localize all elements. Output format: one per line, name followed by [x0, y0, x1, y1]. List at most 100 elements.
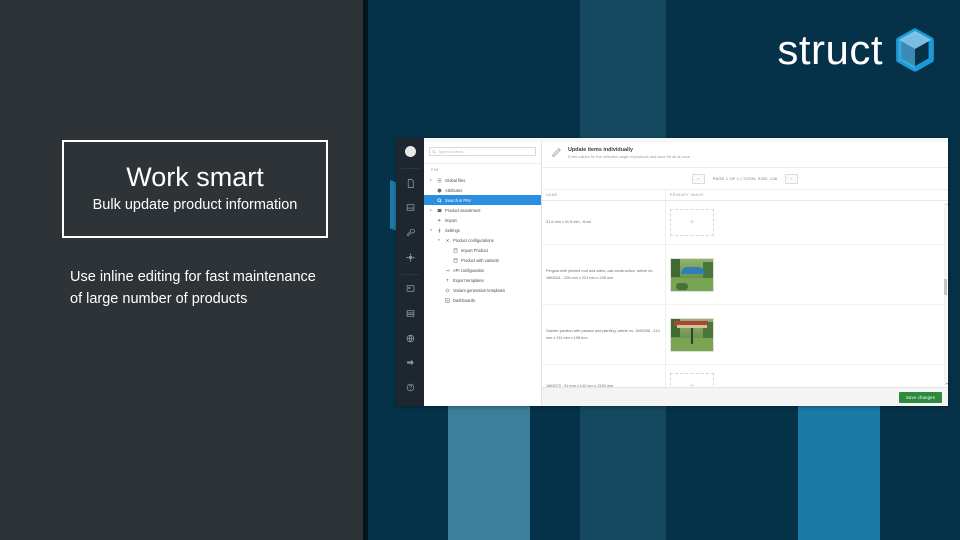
- tree-item-product-assortment[interactable]: ▸ Product assortment: [424, 205, 541, 215]
- caret-icon[interactable]: ▸: [429, 208, 433, 212]
- pagination-bar: ‹ PAGE 1 OF 1 | TOTAL SIZE: 138 ›: [542, 168, 948, 190]
- search-bar: Type to search...: [424, 140, 541, 164]
- main-subtitle: Enter values for the selected range of p…: [568, 153, 690, 159]
- import-icon: [436, 218, 442, 223]
- add-image-placeholder[interactable]: +: [670, 373, 714, 387]
- box-icon: [452, 257, 458, 263]
- inbox-icon[interactable]: [403, 199, 417, 216]
- add-image-placeholder[interactable]: +: [670, 209, 714, 236]
- table-row[interactable]: 31.5 mm x 31.5 mm - Knot: [542, 201, 665, 245]
- wrench-icon[interactable]: [403, 224, 417, 241]
- main-footer: Save changes: [542, 387, 948, 406]
- app-screenshot: Type to search... PIM ▸ Global files Attri…: [396, 138, 948, 406]
- brand-wordmark: struct: [777, 26, 883, 73]
- main-header: Update items individually Enter values f…: [542, 138, 948, 168]
- help-icon[interactable]: [403, 379, 417, 396]
- save-changes-button[interactable]: Save changes: [899, 391, 942, 403]
- app-titlebar: [424, 138, 948, 142]
- product-name: 1663073 - 91 mm x 142 mm x 2200 mm: [546, 384, 614, 387]
- tree-item-attributes[interactable]: Attributes: [424, 185, 541, 195]
- export-icon: [444, 278, 450, 283]
- gear-icon[interactable]: [403, 249, 417, 266]
- table-row[interactable]: 1663073 - 91 mm x 142 mm x 2200 mm: [542, 365, 665, 387]
- column-header-name[interactable]: NAME: [542, 190, 666, 200]
- box-icon: [452, 247, 458, 253]
- headline-box: Work smart Bulk update product informati…: [62, 140, 328, 238]
- tree-item-label: Export templates: [453, 277, 484, 283]
- cube-icon: [894, 28, 936, 72]
- scroll-down-arrow[interactable]: ▾: [946, 382, 948, 386]
- pencil-icon: [551, 147, 562, 158]
- table-row-image-cell[interactable]: +: [666, 365, 948, 387]
- tree-item-label: Product configurations: [453, 237, 494, 243]
- tree-item-label: API configuration: [453, 267, 485, 273]
- globe-icon[interactable]: [403, 330, 417, 347]
- next-page-button[interactable]: ›: [785, 173, 799, 184]
- tag-icon: [436, 187, 442, 193]
- search-icon: [432, 149, 436, 154]
- tree-item-variant-generation-templates[interactable]: Variant generation templates: [424, 285, 541, 295]
- main-header-text: Update items individually Enter values f…: [568, 146, 690, 160]
- tree-item-product-with-variants[interactable]: Product with variants: [424, 255, 541, 265]
- product-name: Garden pavilion with parasol and plantin…: [546, 329, 660, 340]
- table-row[interactable]: Pergola with pitched roof and sides, oak…: [542, 245, 665, 305]
- scrollbar-thumb[interactable]: [944, 279, 947, 296]
- column-header-image[interactable]: PRIMARY IMAGE: [666, 190, 948, 200]
- plug-icon: [444, 268, 450, 273]
- page-subtitle: Bulk update product information: [92, 197, 298, 214]
- grid-icon: [436, 208, 442, 213]
- tree-item-product-configurations[interactable]: ▾ Product configurations: [424, 235, 541, 245]
- tree-item-import-product[interactable]: Import Product: [424, 245, 541, 255]
- arrow-right-icon[interactable]: [403, 355, 417, 372]
- tree-item-label: Global files: [445, 177, 466, 183]
- chart-icon: [444, 297, 450, 303]
- app-icon-rail: [396, 138, 424, 406]
- table-row-image-cell[interactable]: +: [666, 201, 948, 245]
- main-title: Update items individually: [568, 146, 634, 153]
- prev-page-button[interactable]: ‹: [691, 173, 705, 184]
- tree-item-global-files[interactable]: ▸ Global files: [424, 175, 541, 185]
- document-icon[interactable]: [403, 175, 417, 192]
- table-row-image-cell[interactable]: [666, 305, 948, 365]
- slide-root: struct Work smart Bulk update product in…: [0, 0, 960, 540]
- tree-item-settings[interactable]: ▾ Settings: [424, 225, 541, 235]
- product-name: 31.5 mm x 31.5 mm - Knot: [546, 220, 591, 225]
- image-card-icon[interactable]: [403, 281, 417, 298]
- body-paragraph: Use inline editing for fast maintenance …: [70, 269, 316, 308]
- table-row[interactable]: Garden pavilion with parasol and plantin…: [542, 305, 665, 365]
- navigation-tree: Type to search... PIM ▸ Global files Attri…: [424, 138, 542, 406]
- product-name: Pergola with pitched roof and sides, oak…: [546, 269, 654, 280]
- vertical-scrollbar[interactable]: [944, 203, 947, 385]
- product-thumbnail[interactable]: [670, 257, 714, 292]
- rail-divider: [401, 273, 419, 275]
- tree-item-label: Import: [445, 217, 457, 223]
- tree-item-import[interactable]: Import: [424, 215, 541, 225]
- tree-item-label: Attributes: [445, 187, 463, 193]
- tree-item-label: Settings: [445, 227, 460, 233]
- search-icon: [436, 197, 442, 203]
- tree-item-search-in-pim[interactable]: Search in PIM: [424, 195, 541, 205]
- tree-section-label: PIM: [431, 168, 439, 172]
- tree-item-label: Import Product: [461, 247, 488, 253]
- tree-item-api-configuration[interactable]: API configuration: [424, 265, 541, 275]
- page-title: Work smart: [126, 161, 264, 192]
- caret-icon[interactable]: ▾: [429, 228, 433, 232]
- tree-item-label: Search in PIM: [445, 197, 471, 203]
- grid-name-column: 31.5 mm x 31.5 mm - Knot Pergola with pit…: [542, 201, 666, 387]
- search-input[interactable]: Type to search...: [429, 147, 536, 156]
- avatar[interactable]: [404, 146, 416, 157]
- config-icon: [444, 238, 450, 243]
- table-row-image-cell[interactable]: [666, 245, 948, 305]
- tree-item-dashboards[interactable]: Dashboards: [424, 295, 541, 305]
- app-main-pane: Update items individually Enter values f…: [542, 138, 948, 406]
- search-placeholder: Type to search...: [438, 149, 467, 154]
- brand-logo: struct: [777, 28, 936, 72]
- product-thumbnail[interactable]: [670, 317, 714, 352]
- caret-icon[interactable]: ▸: [429, 178, 433, 182]
- tree-item-label: Product with variants: [461, 257, 499, 263]
- rail-divider: [401, 167, 419, 169]
- caret-icon[interactable]: ▾: [437, 238, 441, 242]
- tree-item-export-templates[interactable]: Export templates: [424, 275, 541, 285]
- pagination-status: PAGE 1 OF 1 | TOTAL SIZE: 138: [712, 176, 778, 181]
- list-icon[interactable]: [403, 305, 417, 322]
